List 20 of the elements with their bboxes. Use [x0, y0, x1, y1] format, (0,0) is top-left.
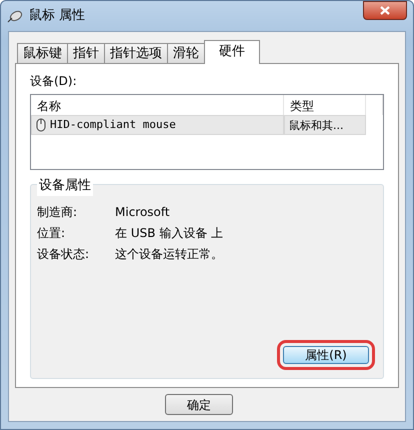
group-title: 设备属性 — [37, 176, 93, 196]
table-cell-text: HID-compliant mouse — [50, 116, 176, 133]
close-icon — [380, 6, 390, 15]
field-value: Microsoft — [115, 204, 171, 220]
field-value: 在 USB 输入设备 上 — [115, 224, 224, 242]
window-title: 鼠标 属性 — [29, 7, 86, 26]
close-button[interactable] — [363, 1, 407, 20]
field-label: 设备状态: — [37, 246, 90, 262]
tab[interactable]: 硬件 — [204, 40, 260, 64]
table-row[interactable]: HID-compliant mouse — [31, 115, 284, 135]
field-value: 这个设备运转正常。 — [115, 246, 224, 262]
ok-button[interactable]: 确定 — [165, 394, 233, 415]
tab[interactable]: 滑轮 — [167, 43, 205, 63]
tab[interactable]: 指针 — [67, 43, 105, 63]
tab[interactable]: 鼠标键 — [17, 43, 68, 63]
tab[interactable]: 指针选项 — [104, 43, 168, 63]
field-label: 位置: — [37, 224, 66, 242]
field-label: 制造商: — [37, 204, 78, 220]
table-cell: 鼠标和其... — [284, 115, 366, 135]
devices-label: 设备(D): — [30, 73, 78, 90]
